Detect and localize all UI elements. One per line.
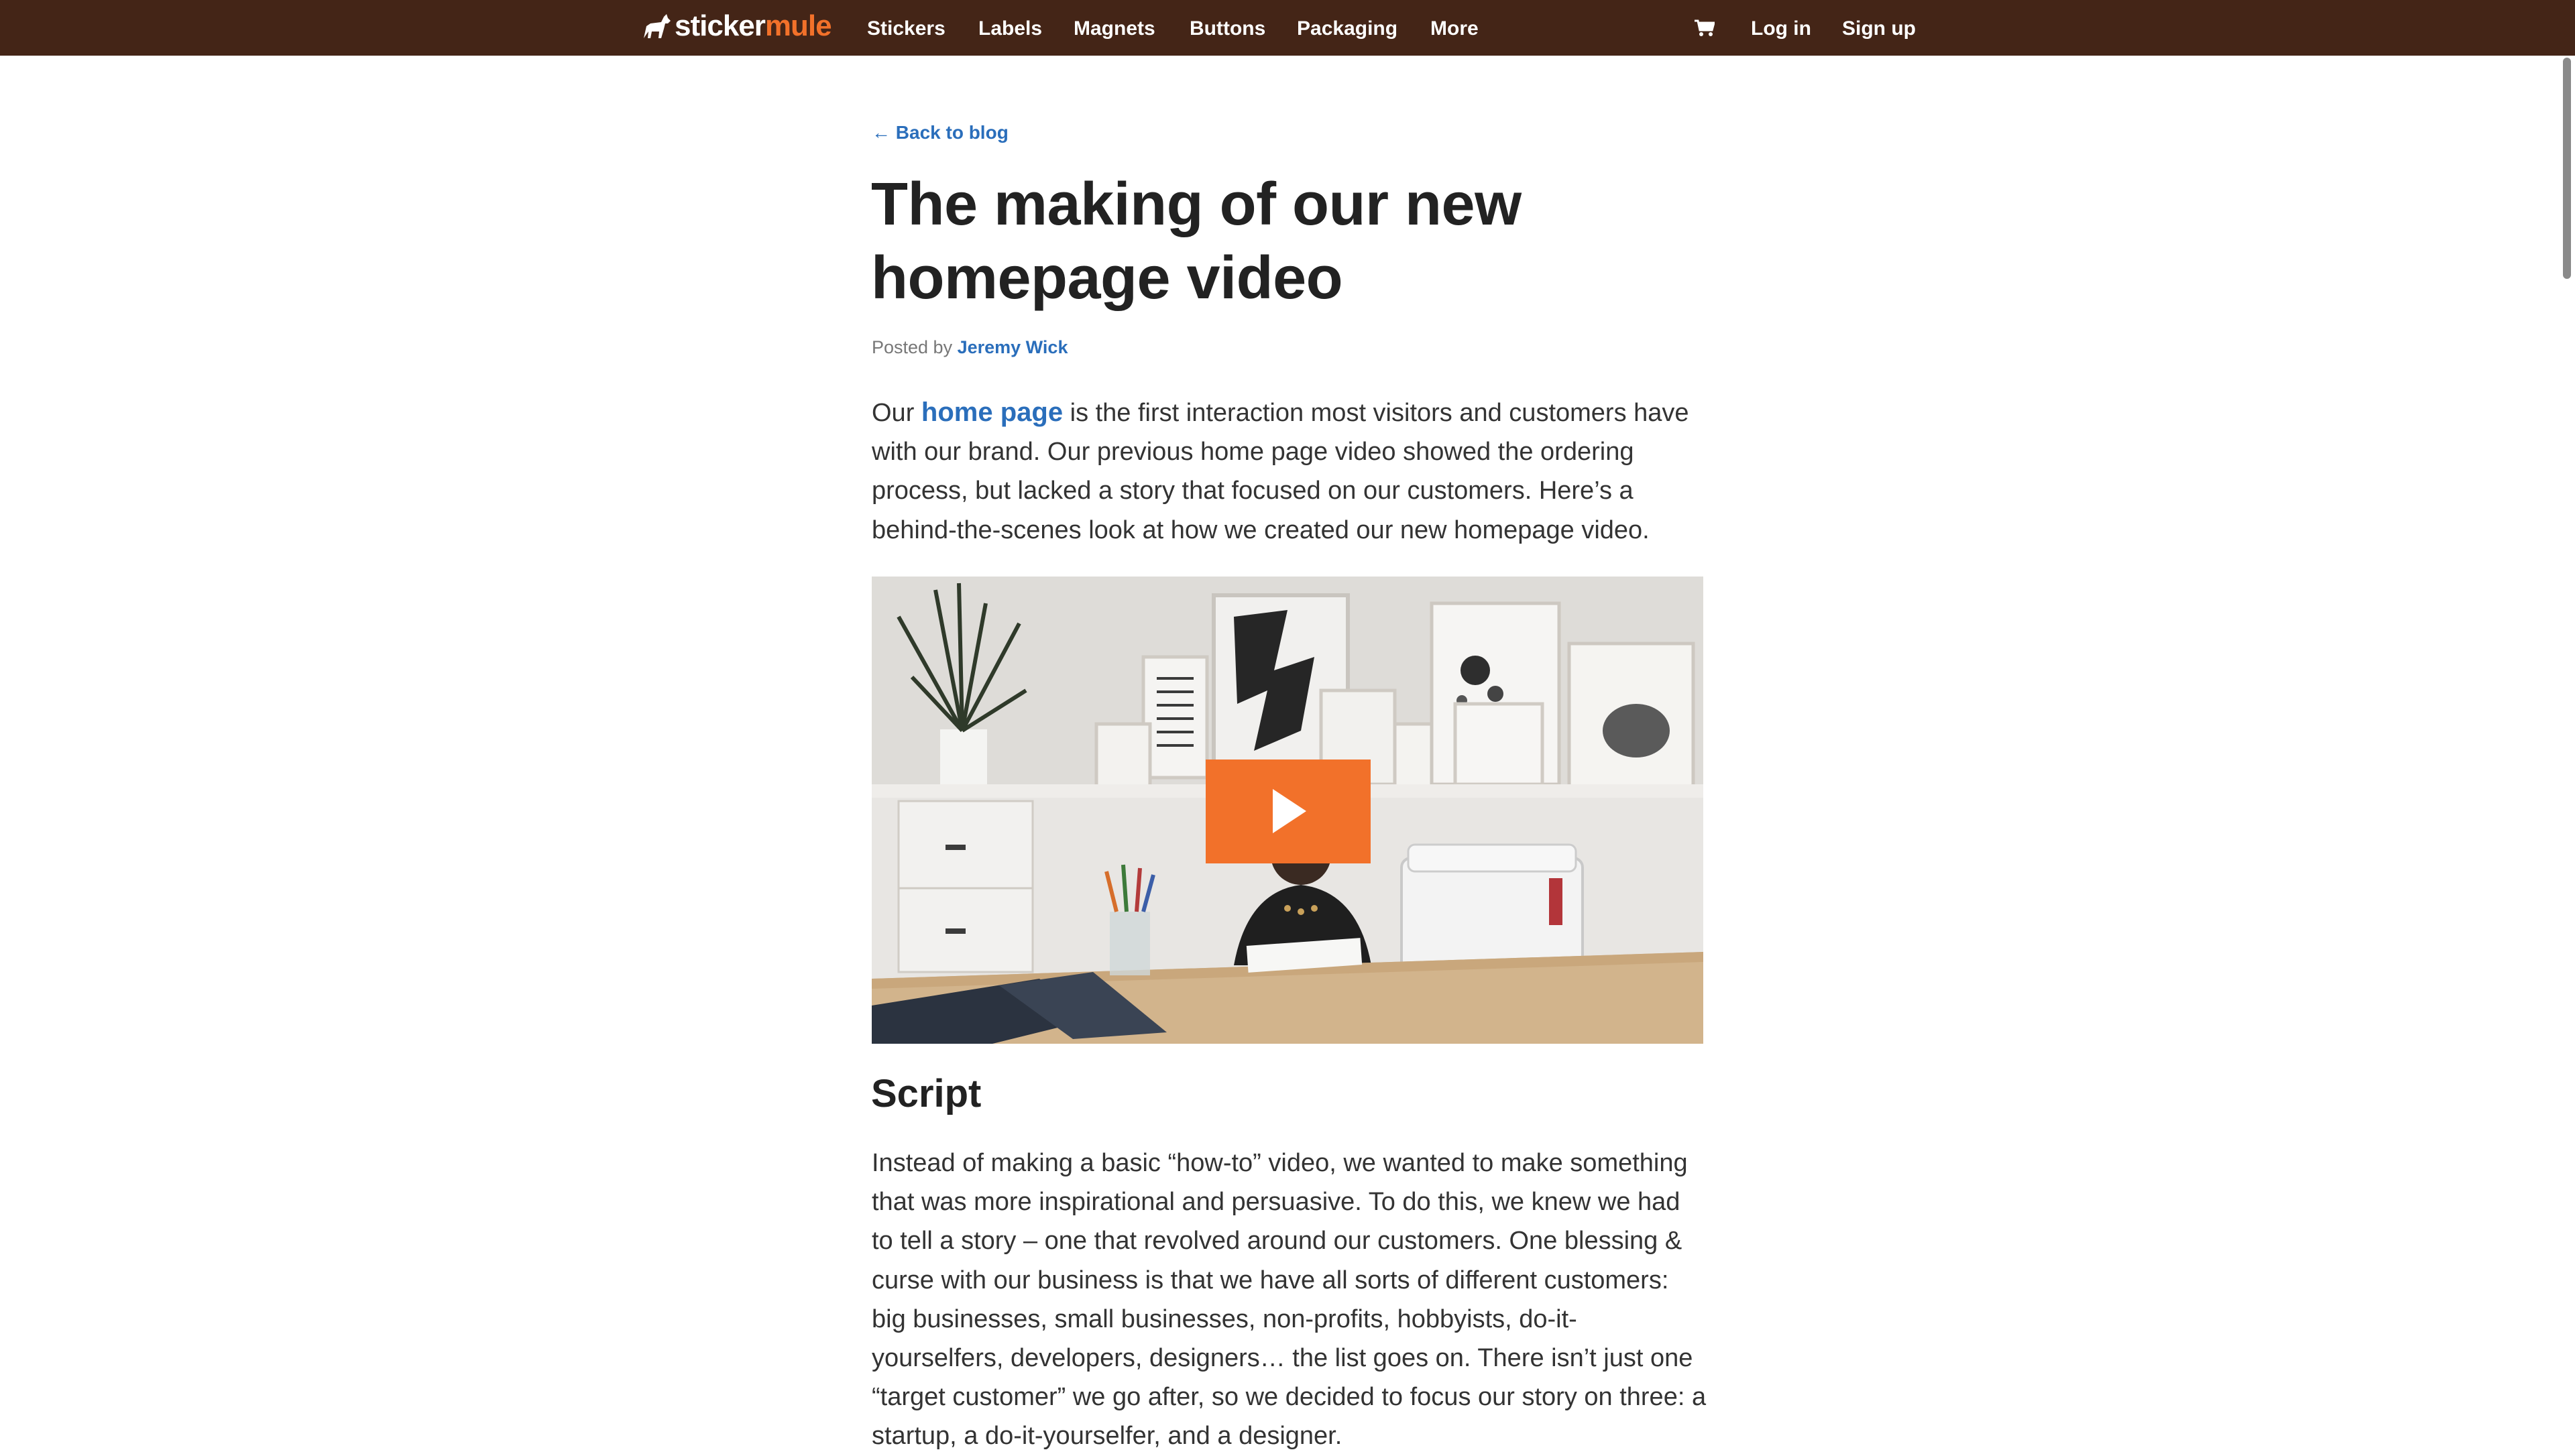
cart-icon[interactable] bbox=[1695, 19, 1715, 37]
page-scrollbar[interactable] bbox=[2563, 58, 2571, 279]
signup-link[interactable]: Sign up bbox=[1842, 0, 1916, 56]
homepage-video[interactable] bbox=[872, 577, 1703, 1044]
section-heading-script: Script bbox=[871, 1072, 982, 1115]
byline-prefix: Posted by bbox=[872, 337, 953, 357]
login-link[interactable]: Log in bbox=[1751, 0, 1811, 56]
byline: Posted by Jeremy Wick bbox=[872, 337, 1068, 358]
logo-text-mule: mule bbox=[764, 9, 832, 42]
intro-text-before: Our bbox=[872, 399, 921, 427]
top-nav: sticker mule Stickers Labels Magnets Butt… bbox=[0, 0, 2575, 56]
nav-link-magnets[interactable]: Magnets bbox=[1074, 0, 1155, 56]
nav-link-more[interactable]: More bbox=[1430, 0, 1479, 56]
logo-text-sticker: sticker bbox=[675, 9, 766, 42]
script-paragraph: Instead of making a basic “how-to” video… bbox=[872, 1149, 1707, 1451]
back-to-blog-link[interactable]: ← Back to blog bbox=[872, 122, 1009, 143]
nav-link-stickers[interactable]: Stickers bbox=[867, 0, 946, 56]
video-play-button[interactable] bbox=[1206, 760, 1371, 863]
nav-link-labels[interactable]: Labels bbox=[978, 0, 1042, 56]
mule-logo-icon bbox=[644, 14, 671, 38]
home-page-link[interactable]: home page bbox=[921, 398, 1063, 427]
article-title: The making of our new homepage video bbox=[871, 171, 1522, 312]
nav-link-buttons[interactable]: Buttons bbox=[1190, 0, 1265, 56]
intro-paragraph: Our home page is the first interaction m… bbox=[872, 393, 1707, 550]
author-link[interactable]: Jeremy Wick bbox=[958, 337, 1068, 357]
nav-link-packaging[interactable]: Packaging bbox=[1297, 0, 1397, 56]
play-icon bbox=[1273, 789, 1306, 833]
stickermule-logo[interactable]: sticker mule bbox=[641, 9, 832, 43]
